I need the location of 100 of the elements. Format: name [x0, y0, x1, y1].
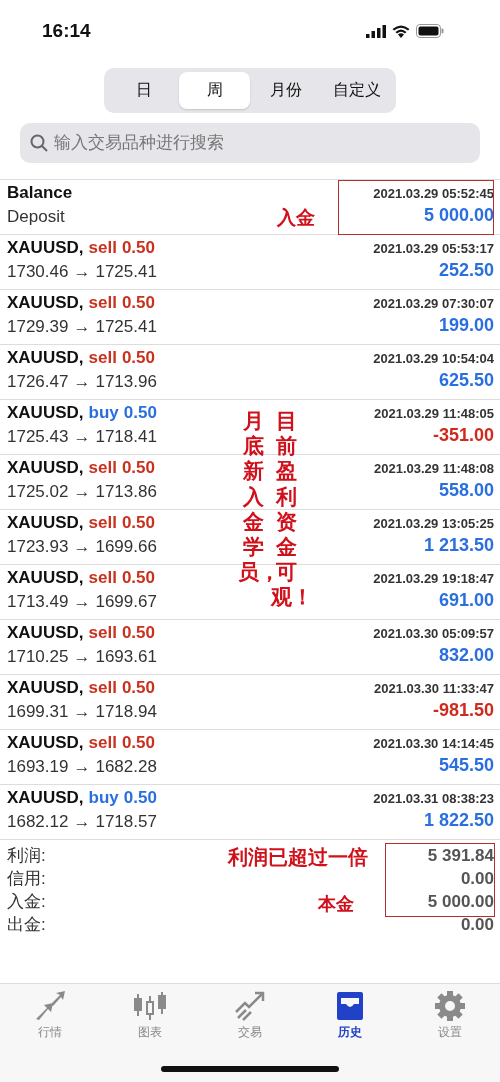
trade-volume: 0.50: [121, 733, 155, 753]
symbol: XAUUSD,: [7, 678, 84, 698]
open-price: 1693.19: [7, 757, 69, 777]
open-price: 1682.12: [7, 812, 69, 832]
trade-side: sell: [88, 513, 117, 533]
deal-time: 2021.03.29 11:48:05: [374, 406, 494, 421]
trade-volume: 0.50: [123, 403, 157, 423]
deal-time: 2021.03.30 14:14:45: [373, 736, 494, 751]
wifi-icon: [392, 24, 410, 38]
close-price: 1713.86: [95, 482, 157, 502]
deposit-title: Balance: [7, 183, 73, 203]
trade-volume: 0.50: [121, 348, 155, 368]
symbol: XAUUSD,: [7, 733, 84, 753]
open-price: 1723.93: [7, 537, 69, 557]
deal-time: 2021.03.29 19:18:47: [373, 571, 494, 586]
open-price: 1726.47: [7, 372, 69, 392]
trade-volume: 0.50: [121, 513, 155, 533]
close-price: 1713.96: [95, 372, 157, 392]
symbol: XAUUSD,: [7, 293, 84, 313]
summary-label: 利润:: [7, 845, 46, 867]
arrow: →: [73, 427, 91, 447]
nav-tab[interactable]: 历史: [300, 990, 400, 1041]
trade-volume: 0.50: [121, 293, 155, 313]
open-price: 1729.39: [7, 317, 69, 337]
deal-time: 2021.03.30 05:09:57: [373, 626, 494, 641]
symbol: XAUUSD,: [7, 788, 84, 808]
summary-value: 5 000.00: [427, 891, 494, 912]
trade-side: sell: [88, 568, 117, 588]
deal-time: 2021.03.29 05:53:17: [373, 241, 494, 256]
signal-icon: [366, 24, 386, 38]
status-time: 16:14: [42, 20, 91, 42]
period-tab[interactable]: 自定义: [321, 72, 392, 109]
summary-value: 0.00: [460, 914, 494, 935]
close-price: 1718.57: [95, 812, 157, 832]
trade-side: sell: [88, 238, 117, 258]
annotation-text: 本金: [318, 893, 354, 916]
trade-side: sell: [88, 348, 117, 368]
trade-profit: 625.50: [438, 370, 494, 391]
nav-tab[interactable]: 行情: [0, 990, 100, 1041]
deposit-amount: 5 000.00: [423, 205, 494, 226]
trade-volume: 0.50: [121, 238, 155, 258]
nav-tab[interactable]: 图表: [100, 990, 200, 1041]
open-price: 1710.25: [7, 647, 69, 667]
arrow: →: [73, 317, 91, 337]
period-tab[interactable]: 日: [108, 72, 179, 109]
deal-time: 2021.03.31 08:38:23: [373, 791, 494, 806]
trade-profit: 252.50: [438, 260, 494, 281]
trade-volume: 0.50: [121, 568, 155, 588]
summary-label: 入金:: [7, 891, 46, 913]
search-field[interactable]: 输入交易品种进行搜索: [20, 123, 480, 163]
open-price: 1725.43: [7, 427, 69, 447]
arrow: →: [73, 702, 91, 722]
deal-time: 2021.03.29 11:48:08: [374, 461, 494, 476]
close-price: 1699.66: [95, 537, 157, 557]
trade-volume: 0.50: [121, 678, 155, 698]
symbol: XAUUSD,: [7, 238, 84, 258]
trade-profit: 691.00: [438, 590, 494, 611]
trade-profit: -981.50: [432, 700, 494, 721]
arrow: →: [73, 812, 91, 832]
trade-side: sell: [88, 293, 117, 313]
arrow: →: [73, 592, 91, 612]
arrow: →: [73, 537, 91, 557]
close-price: 1682.28: [95, 757, 157, 777]
close-price: 1693.61: [95, 647, 157, 667]
period-tab[interactable]: 周: [179, 72, 250, 109]
trade-profit: 199.00: [438, 315, 494, 336]
period-tab[interactable]: 月份: [250, 72, 321, 109]
symbol: XAUUSD,: [7, 348, 84, 368]
symbol: XAUUSD,: [7, 458, 84, 478]
annotation-text: 利润已超过一倍: [228, 845, 368, 870]
deal-time: 2021.03.29 05:52:45: [373, 186, 494, 201]
symbol: XAUUSD,: [7, 568, 84, 588]
trade-side: buy: [88, 403, 119, 423]
trade-side: buy: [88, 788, 119, 808]
trend-icon: [233, 990, 267, 1022]
trade-side: sell: [88, 623, 117, 643]
deal-time: 2021.03.29 13:05:25: [373, 516, 494, 531]
summary-label: 信用:: [7, 868, 46, 890]
symbol: XAUUSD,: [7, 513, 84, 533]
deal-time: 2021.03.29 07:30:07: [373, 296, 494, 311]
battery-icon: [416, 24, 444, 38]
deal-time: 2021.03.30 11:33:47: [374, 681, 494, 696]
arrow: →: [73, 647, 91, 667]
arrow: →: [73, 372, 91, 392]
trade-profit: 832.00: [438, 645, 494, 666]
deal-time: 2021.03.29 10:54:04: [373, 351, 494, 366]
arrow: →: [73, 262, 91, 282]
open-price: 1725.02: [7, 482, 69, 502]
open-price: 1699.31: [7, 702, 69, 722]
trade-profit: 558.00: [438, 480, 494, 501]
trade-side: sell: [88, 678, 117, 698]
close-price: 1725.41: [95, 317, 157, 337]
candlestick-icon: [133, 990, 167, 1022]
nav-tab[interactable]: 设置: [400, 990, 500, 1041]
deposit-type: Deposit: [7, 207, 66, 227]
trade-volume: 0.50: [123, 788, 157, 808]
trade-volume: 0.50: [121, 458, 155, 478]
symbol: XAUUSD,: [7, 403, 84, 423]
trade-profit: 1 213.50: [423, 535, 494, 556]
nav-tab[interactable]: 交易: [200, 990, 300, 1041]
